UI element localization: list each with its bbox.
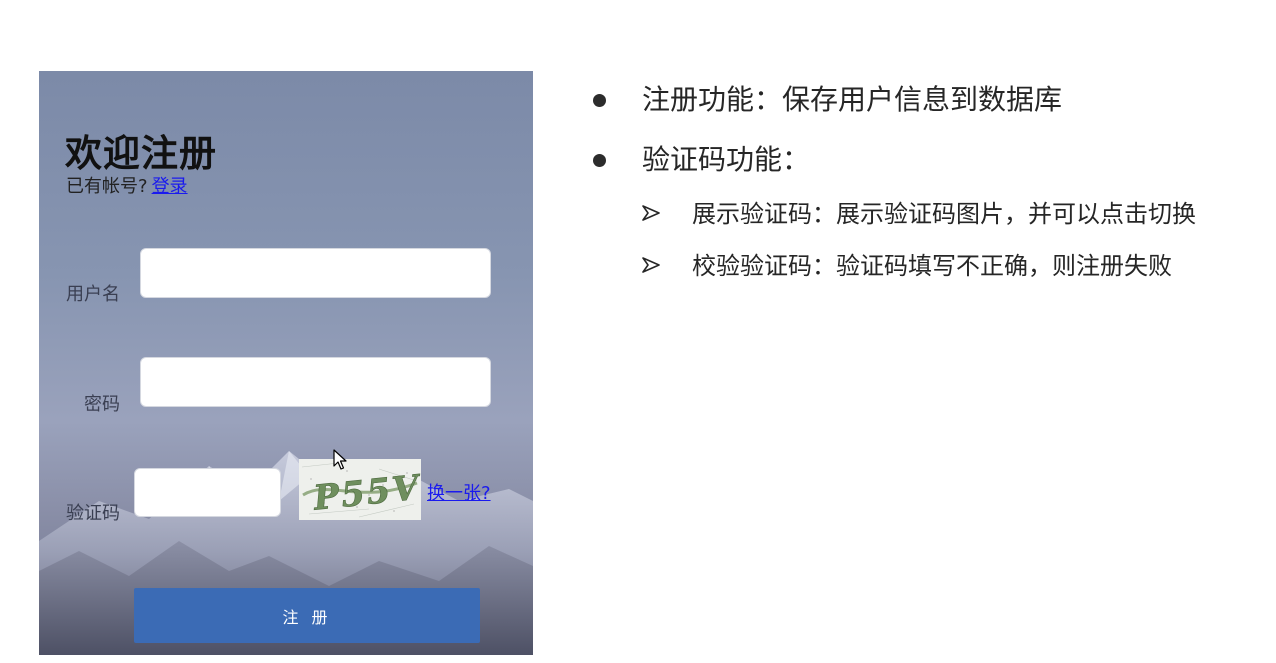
captcha-image[interactable]: P55V [299,459,421,520]
change-captcha-link[interactable]: 换一张? [427,479,491,505]
has-account-line: 已有帐号? 登录 [66,172,188,198]
mouse-cursor-icon [333,449,347,470]
bullet-text: 注册功能：保存用户信息到数据库 [642,83,1063,116]
password-input[interactable] [140,357,491,407]
bullet-dot-icon [593,154,606,167]
has-account-text: 已有帐号? [66,176,148,197]
bullet-text: 验证码功能： [642,143,811,176]
sub-bullet-text: 展示验证码：展示验证码图片，并可以点击切换 [692,200,1196,228]
captcha-label: 验证码 [66,503,120,524]
slide: 欢迎注册 已有帐号? 登录 用户名 密码 验证码 P55V 换一张? 注 册 注… [0,0,1276,663]
registration-panel: 欢迎注册 已有帐号? 登录 用户名 密码 验证码 P55V 换一张? 注 册 [39,71,533,655]
arrowhead-bullet-icon [642,205,660,221]
arrowhead-bullet-icon [642,257,660,273]
username-label: 用户名 [66,284,120,305]
sub-bullet-text: 校验验证码：验证码填写不正确，则注册失败 [692,252,1172,280]
captcha-input[interactable] [134,468,281,517]
bullet-dot-icon [593,94,606,107]
username-input[interactable] [140,248,491,298]
password-label: 密码 [84,394,120,415]
page-title: 欢迎注册 [65,132,217,175]
register-button[interactable]: 注 册 [134,588,480,643]
login-link[interactable]: 登录 [152,176,188,197]
